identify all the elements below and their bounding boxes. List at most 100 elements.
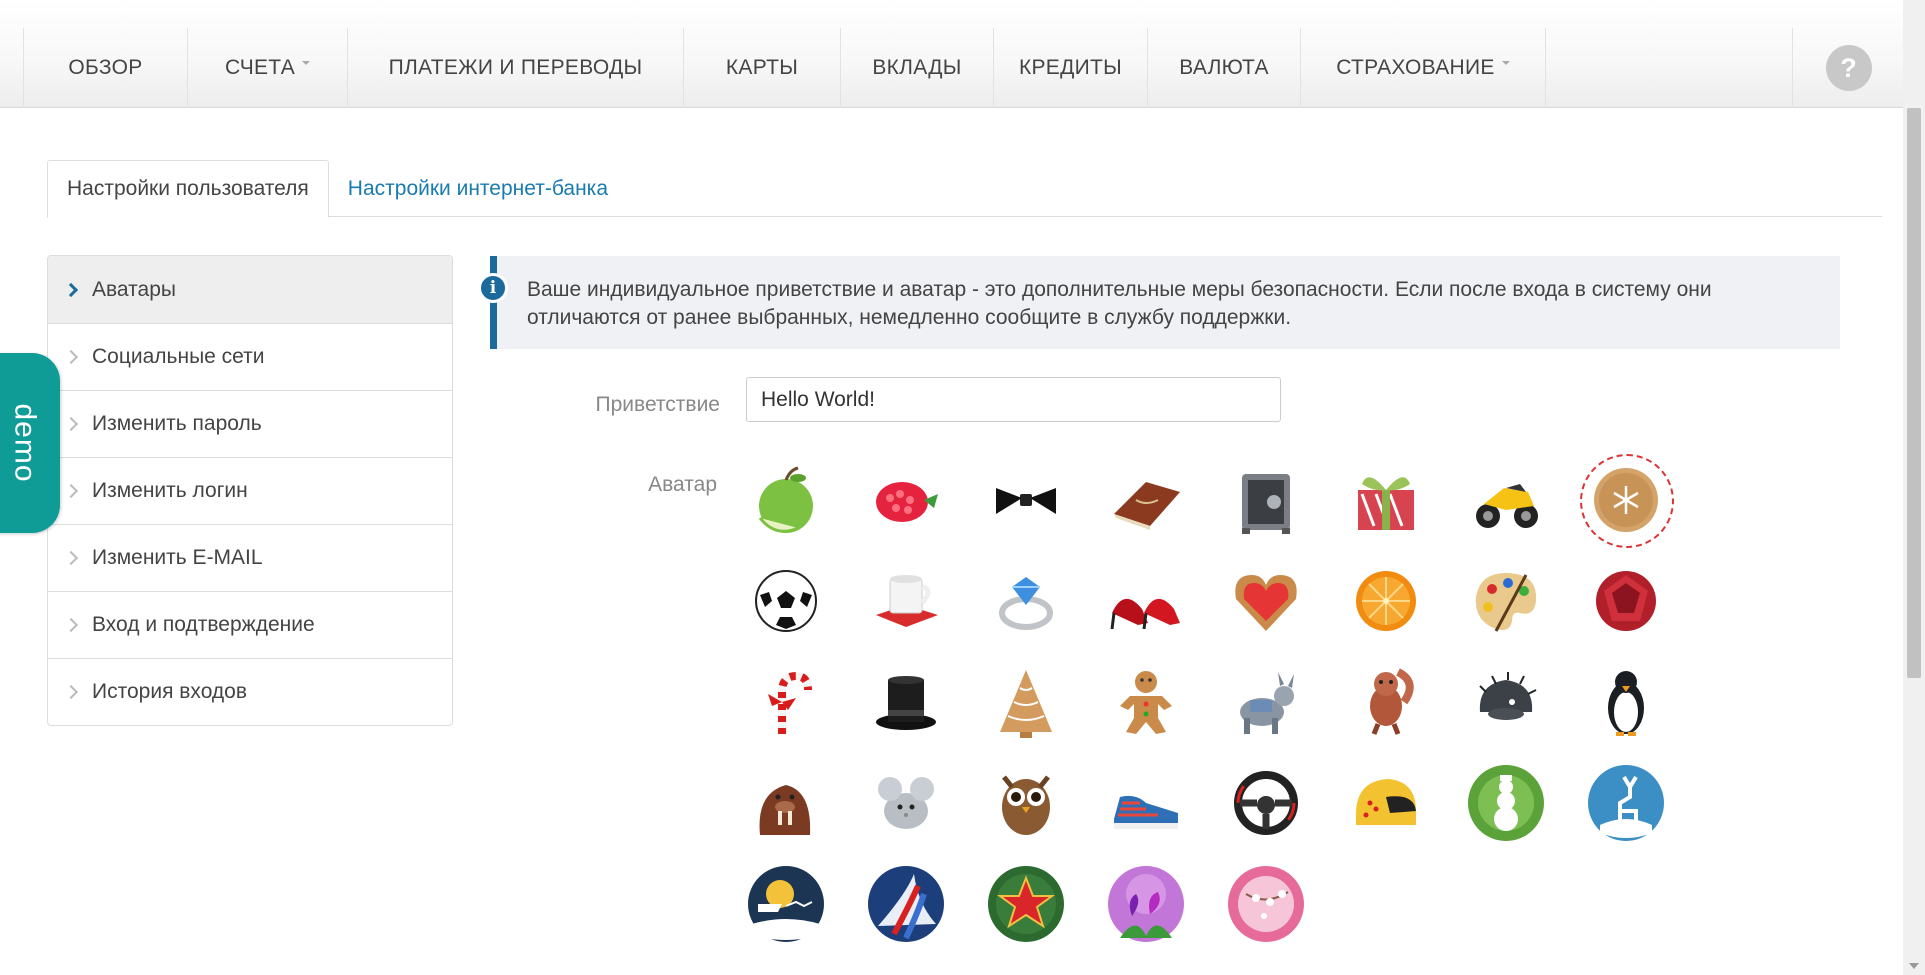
avatar-option-star-badge[interactable]: [986, 864, 1066, 944]
gift-icon: [1358, 477, 1414, 530]
avatar-option-cookie-snowflake[interactable]: [1580, 454, 1674, 548]
nav-item[interactable]: КРЕДИТЫ: [994, 28, 1148, 108]
owl-icon: [1002, 775, 1050, 835]
sidebar-item[interactable]: Социальные сети: [48, 323, 452, 390]
tab-bank-settings[interactable]: Настройки интернет-банка: [329, 160, 627, 218]
avatar-option-snowman-badge[interactable]: [1466, 763, 1546, 843]
avatar-option-book[interactable]: [1106, 460, 1186, 540]
top-navbar: ОБЗОР СЧЕТА ПЛАТЕЖИ И ПЕРЕВОДЫ КАРТЫ ВКЛАДЫ К…: [0, 0, 1903, 108]
avatar-option-tree-cookie[interactable]: [986, 662, 1066, 742]
motorcycle-icon: [1476, 484, 1538, 528]
avatar-option-heart-cookie[interactable]: [1226, 561, 1306, 641]
avatar-option-high-heels[interactable]: [1106, 561, 1186, 641]
chevron-right-icon: [63, 349, 79, 365]
sidebar-item-label: Социальные сети: [92, 345, 265, 368]
avatar-option-owl[interactable]: [986, 763, 1066, 843]
nav-menu: ОБЗОР СЧЕТА ПЛАТЕЖИ И ПЕРЕВОДЫ КАРТЫ ВКЛАДЫ К…: [23, 28, 1546, 108]
sidebar-item[interactable]: Изменить E-MAIL: [48, 524, 452, 591]
demo-badge[interactable]: demo: [0, 353, 60, 533]
help-button[interactable]: ?: [1825, 45, 1872, 91]
sidebar-item[interactable]: История входов: [48, 658, 452, 725]
nav-item-label: КАРТЫ: [725, 56, 799, 79]
sneaker-icon: [1114, 795, 1178, 829]
tab-user-settings[interactable]: Настройки пользователя: [47, 160, 329, 218]
nav-item[interactable]: СТРАХОВАНИЕ: [1301, 28, 1546, 108]
tulips-badge-icon: [1108, 866, 1184, 942]
scrollbar-thumb[interactable]: [1907, 108, 1921, 678]
ring-icon: [999, 577, 1053, 630]
avatar-option-blossom-badge[interactable]: [1226, 864, 1306, 944]
caret-down-icon: [1501, 61, 1510, 65]
book-icon: [1114, 482, 1180, 530]
avatar-option-gift[interactable]: [1346, 460, 1426, 540]
avatar-option-raspberry[interactable]: [866, 460, 946, 540]
info-icon: i: [478, 273, 508, 303]
sidebar-item-label: Вход и подтверждение: [92, 613, 315, 636]
bow-tie-icon: [996, 488, 1056, 514]
avatar-option-candy-cane[interactable]: [746, 662, 826, 742]
chinchilla-icon: [878, 777, 934, 829]
chevron-right-icon: [63, 617, 79, 633]
avatar-option-penguin[interactable]: [1586, 662, 1666, 742]
avatar-option-cup[interactable]: [866, 561, 946, 641]
soccer-ball-icon: [755, 570, 817, 632]
santa-sleigh-badge-icon: [748, 866, 824, 942]
nav-item-label: ВКЛАДЫ: [872, 56, 962, 79]
chevron-right-icon: [63, 684, 79, 700]
nav-item[interactable]: СЧЕТА: [188, 28, 348, 108]
penguin-icon: [1608, 671, 1644, 736]
nav-item[interactable]: ВАЛЮТА: [1148, 28, 1301, 108]
avatar-option-gingerbread-man[interactable]: [1106, 662, 1186, 742]
cookie-snowflake-icon: [1594, 468, 1658, 532]
sidebar-item-label: История входов: [92, 680, 247, 703]
top-hat-icon: [876, 676, 936, 730]
avatar-option-ruby[interactable]: [1586, 561, 1666, 641]
cup-icon: [876, 575, 938, 627]
avatar-option-ring[interactable]: [986, 561, 1066, 641]
scroll-down-icon[interactable]: [1909, 963, 1919, 969]
avatar-option-donkey[interactable]: [1226, 662, 1306, 742]
avatar-option-jets-badge[interactable]: [866, 864, 946, 944]
info-text: Ваше индивидуальное приветствие и аватар…: [527, 278, 1712, 329]
heart-cookie-icon: [1235, 575, 1297, 631]
nav-item-label: КРЕДИТЫ: [1018, 56, 1123, 79]
avatar-option-sneaker[interactable]: [1106, 763, 1186, 843]
orange-icon: [1356, 571, 1416, 631]
avatar-option-apple[interactable]: [746, 460, 826, 540]
avatar-grid: [746, 454, 1674, 944]
sidebar-item[interactable]: Вход и подтверждение: [48, 591, 452, 658]
avatar-option-palette[interactable]: [1466, 561, 1546, 641]
sidebar-item[interactable]: Изменить пароль: [48, 390, 452, 457]
avatar-option-safe[interactable]: [1226, 460, 1306, 540]
avatar-option-walrus[interactable]: [746, 763, 826, 843]
nav-item[interactable]: ПЛАТЕЖИ И ПЕРЕВОДЫ: [348, 28, 684, 108]
avatar-option-hedgehog[interactable]: [1466, 662, 1546, 742]
avatar-option-steering-wheel[interactable]: [1226, 763, 1306, 843]
avatar-option-santa-sleigh-badge[interactable]: [746, 864, 826, 944]
donkey-icon: [1240, 672, 1294, 734]
avatar-option-tulips-badge[interactable]: [1106, 864, 1186, 944]
avatar-option-squirrel[interactable]: [1346, 662, 1426, 742]
sidebar-item-label: Изменить E-MAIL: [92, 546, 263, 569]
greeting-input[interactable]: [746, 377, 1281, 422]
avatar-option-top-hat[interactable]: [866, 662, 946, 742]
avatar-option-helmet[interactable]: [1346, 763, 1426, 843]
sidebar-item[interactable]: Изменить логин: [48, 457, 452, 524]
avatar-option-orange[interactable]: [1346, 561, 1426, 641]
avatar-option-motorcycle[interactable]: [1466, 460, 1546, 540]
nav-item[interactable]: ОБЗОР: [24, 28, 188, 108]
help-button-wrap: ?: [1792, 28, 1904, 108]
scrollbar[interactable]: [1903, 0, 1925, 975]
nav-item[interactable]: ВКЛАДЫ: [841, 28, 994, 108]
star-badge-icon: [988, 866, 1064, 942]
palette-icon: [1475, 573, 1537, 632]
avatar-option-bow-tie[interactable]: [986, 460, 1066, 540]
avatar-option-chinchilla[interactable]: [866, 763, 946, 843]
settings-sidebar: Аватары Социальные сети Изменить пароль Изм…: [47, 255, 453, 726]
nav-item[interactable]: КАРТЫ: [684, 28, 841, 108]
sidebar-item[interactable]: Аватары: [48, 256, 452, 323]
avatar-option-soccer-ball[interactable]: [746, 561, 826, 641]
avatar-option-deer-badge[interactable]: [1586, 763, 1666, 843]
chevron-right-icon: [63, 416, 79, 432]
nav-item-label: ОБЗОР: [68, 56, 143, 79]
